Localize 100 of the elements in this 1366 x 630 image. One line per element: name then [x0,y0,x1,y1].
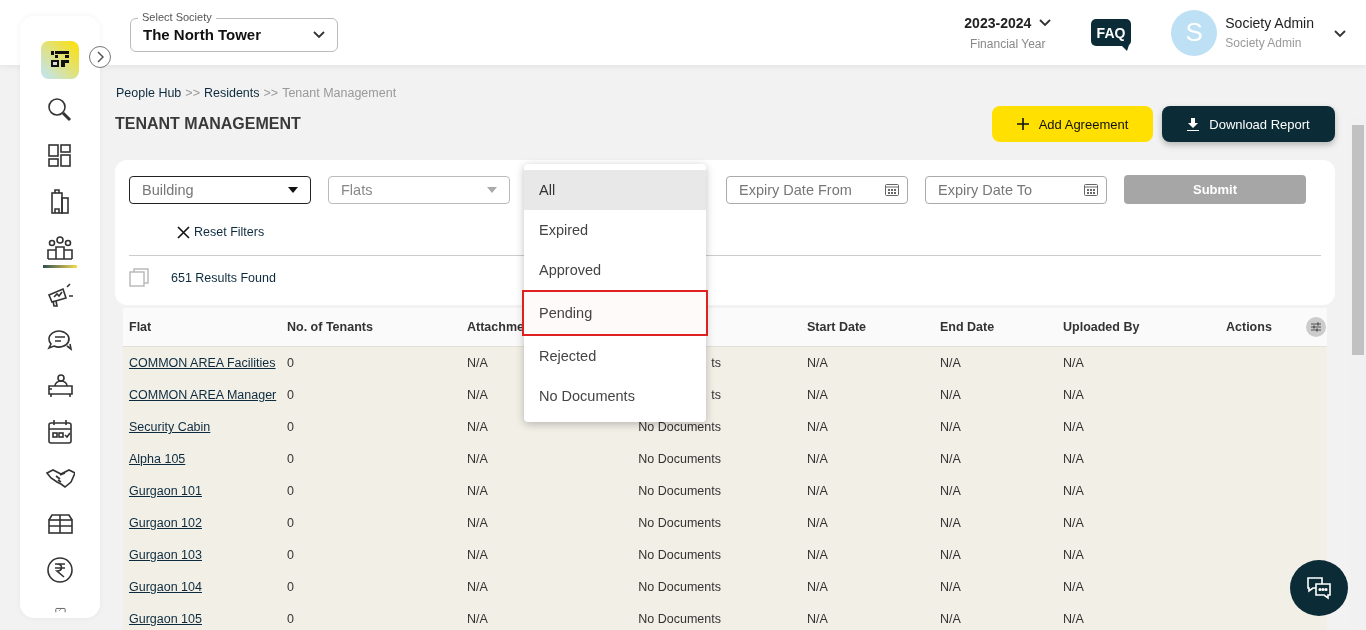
table-cell: 0 [287,356,294,370]
caret-icon [487,186,497,193]
table-cell: No Documents [638,580,721,594]
table-cell: N/A [940,356,961,370]
table-cell: N/A [467,356,488,370]
financial-year-label: Financial Year [970,36,1046,51]
column-header: Start Date [807,320,868,334]
user-role: Society Admin [1225,36,1303,50]
table-cell: N/A [940,452,961,466]
table-cell: No Documents [638,548,721,562]
dropdown-option[interactable]: Rejected [524,336,706,376]
table-cell: N/A [807,580,828,594]
table-cell: N/A [467,516,488,530]
reset-filters-link[interactable]: Reset Filters [194,225,265,239]
flat-link[interactable]: Gurgaon 101 [129,484,202,498]
breadcrumb-link[interactable]: People Hub [116,86,182,100]
flat-link[interactable]: COMMON AREA Manager [129,388,277,402]
chevron-down-icon [1039,18,1052,27]
table-cell: N/A [940,388,961,402]
flat-link[interactable]: Security Cabin [129,420,211,434]
results-count: 651 Results Found [171,271,276,285]
plus-icon [1016,118,1029,130]
table-cell: N/A [807,484,828,498]
download-report-button[interactable]: Download Report [1162,106,1335,142]
page-title: TENANT MANAGEMENT [115,115,301,133]
table-cell: No Documents [638,612,721,626]
breadcrumb-separator: >> [263,86,279,100]
flat-link[interactable]: Gurgaon 104 [129,580,202,594]
table-cell: N/A [1063,548,1084,562]
date-field[interactable]: Expiry Date From [726,175,908,204]
financial-year[interactable]: 2023-2024 [964,14,1032,31]
dropdown-option[interactable]: Expired [524,210,706,250]
breadcrumb-link[interactable]: Residents [203,86,260,100]
table-cell: N/A [1063,388,1084,402]
chevron-down-icon [313,30,325,39]
table-cell: N/A [467,388,488,402]
user-name: Society Admin [1225,15,1314,31]
table-cell: N/A [467,612,488,626]
table-cell: No Documents [638,484,721,498]
download-icon [1187,117,1200,131]
people-icon [45,233,75,263]
rupee-icon [45,555,75,585]
close-icon [177,225,190,239]
table-cell: N/A [1063,612,1084,626]
table-cell: N/A [940,484,961,498]
breadcrumb-separator: >> [185,86,200,100]
table-cell: N/A [807,388,828,402]
dropdown-option[interactable]: No Documents [524,376,706,416]
column-header: End Date [940,320,996,334]
chat-support-button[interactable] [1290,560,1348,616]
table-cell: ts [711,356,721,370]
table-cell: N/A [940,420,961,434]
table-cell: 0 [287,612,294,626]
table-cell: No Documents [638,420,721,434]
table-cell: N/A [1063,420,1084,434]
table-cell: 0 [287,548,294,562]
column-header: Attachme [467,320,525,334]
flat-link[interactable]: COMMON AREA Facilities [129,356,276,370]
table-cell: 0 [287,388,294,402]
dropdown-option[interactable]: Approved [524,250,706,290]
table-cell: No Documents [638,516,721,530]
building-select[interactable]: Building [129,175,311,204]
column-header: No. of Tenants [287,320,374,334]
table-cell: 0 [287,420,294,434]
scrollbar-thumb[interactable] [1352,125,1364,355]
table-cell: N/A [467,452,488,466]
dropdown-option[interactable]: All [524,170,706,210]
table-cell: N/A [940,516,961,530]
table-cell: N/A [940,612,961,626]
table-cell: N/A [467,420,488,434]
table-cell: No Documents [638,452,721,466]
table-cell: N/A [1063,356,1084,370]
table-cell: N/A [467,484,488,498]
table-cell: N/A [807,612,828,626]
table-cell: N/A [1063,580,1084,594]
dropdown-option[interactable]: Pending [522,290,708,336]
caret-icon [288,186,298,193]
table-cell: N/A [807,356,828,370]
flat-link[interactable]: Gurgaon 105 [129,612,202,626]
date-field[interactable]: Expiry Date To [925,175,1107,204]
chevron-down-icon [1334,29,1346,38]
column-settings-icon[interactable] [1306,317,1326,337]
table-cell: N/A [807,420,828,434]
flat-link[interactable]: Gurgaon 102 [129,516,202,530]
table-cell: 0 [287,580,294,594]
table-cell: N/A [807,548,828,562]
flat-link[interactable]: Gurgaon 103 [129,548,202,562]
table-cell: N/A [467,548,488,562]
table-cell: N/A [940,548,961,562]
table-cell: ts [711,388,721,402]
table-cell: N/A [807,516,828,530]
table-cell: N/A [1063,516,1084,530]
table-cell: N/A [940,580,961,594]
column-header: Flat [129,320,153,334]
add-agreement-button[interactable]: Add Agreement [992,106,1153,142]
table-cell: 0 [287,452,294,466]
table-cell: N/A [807,452,828,466]
table-cell: N/A [1063,484,1084,498]
flat-link[interactable]: Alpha 105 [129,452,186,466]
app-logo[interactable] [41,41,79,79]
